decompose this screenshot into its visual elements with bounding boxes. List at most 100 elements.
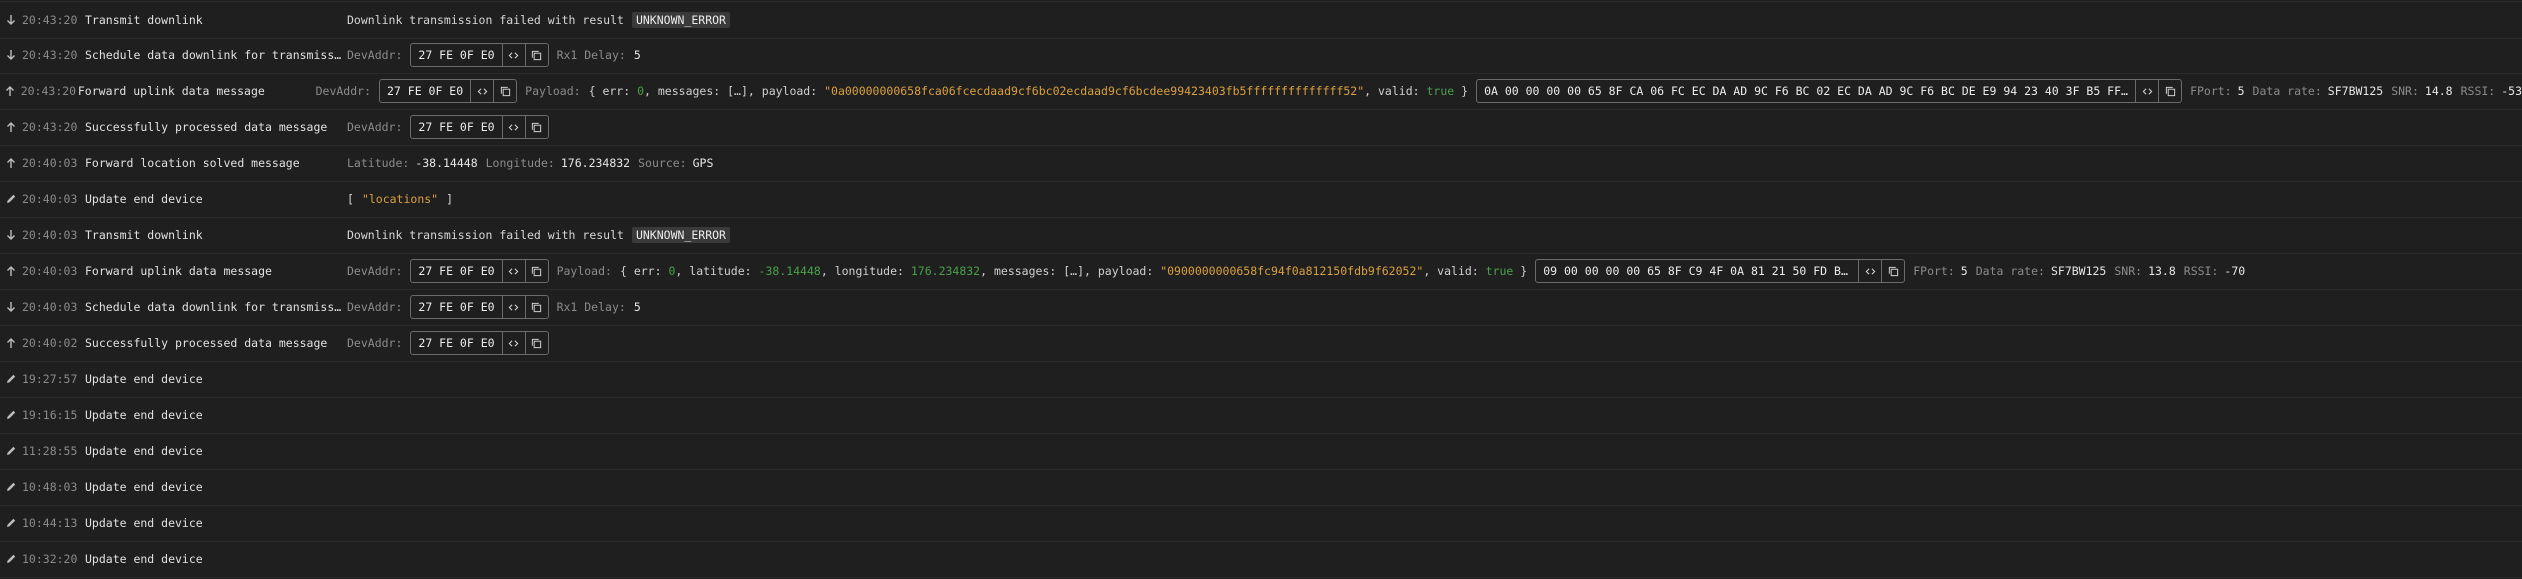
event-row[interactable]: 20:40:03 Forward uplink data message Dev… xyxy=(0,253,2522,290)
copy-icon[interactable] xyxy=(1881,260,1904,282)
pencil-icon xyxy=(4,444,18,458)
messages-key: messages: xyxy=(993,264,1057,278)
event-row[interactable]: 20:40:03 Update end device [ "locations"… xyxy=(0,181,2522,218)
copy-icon[interactable] xyxy=(524,332,548,354)
fields-bracket-close: ] xyxy=(446,192,454,206)
event-name: Update end device xyxy=(85,552,203,566)
event-name: Forward location solved message xyxy=(85,156,300,170)
messages-value[interactable]: […] xyxy=(727,84,748,98)
event-row[interactable]: 20:43:20 Schedule data downlink for tran… xyxy=(0,37,2522,74)
pencil-icon xyxy=(4,552,18,566)
brace-close: } xyxy=(1520,264,1528,278)
event-row[interactable]: 20:40:03 Transmit downlink Downlink tran… xyxy=(0,217,2522,254)
event-time: 20:40:03 xyxy=(22,300,78,314)
event-name: Schedule data downlink for transmission xyxy=(85,300,347,314)
frm-payload-box: 0A 00 00 00 00 65 8F CA 06 FC EC DA AD 9… xyxy=(1476,79,2183,103)
event-row[interactable]: 11:28:55 Update end device xyxy=(0,433,2522,470)
snr-label: SNR: xyxy=(2391,84,2419,98)
event-name: Update end device xyxy=(85,408,203,422)
event-message: Downlink transmission failed with result xyxy=(347,13,624,27)
event-name: Update end device xyxy=(85,192,203,206)
event-name: Transmit downlink xyxy=(85,228,203,242)
payload-key: payload: xyxy=(761,84,818,98)
toggle-format-icon[interactable] xyxy=(501,44,525,66)
devaddr-value: 27 FE 0F E0 xyxy=(418,48,495,62)
result-badge: UNKNOWN_ERROR xyxy=(631,12,730,28)
fport-value: 5 xyxy=(2237,84,2245,98)
event-row[interactable]: 20:43:20 Successfully processed data mes… xyxy=(0,109,2522,146)
event-feed: 20:43:20 Transmit downlink Downlink tran… xyxy=(0,0,2522,579)
field-name: "locations" xyxy=(361,192,439,206)
longitude-label: Longitude: xyxy=(485,156,555,170)
toggle-format-icon[interactable] xyxy=(501,332,525,354)
rssi-label: RSSI: xyxy=(2183,264,2219,278)
err-key: err: xyxy=(633,264,662,278)
event-row[interactable]: 10:48:03 Update end device xyxy=(0,469,2522,506)
toggle-format-icon[interactable] xyxy=(2135,80,2158,102)
latitude-label: Latitude: xyxy=(347,156,410,170)
fields-bracket-open: [ xyxy=(347,192,354,206)
longitude-key: longitude: xyxy=(834,264,904,278)
copy-icon[interactable] xyxy=(524,116,548,138)
event-row[interactable]: 20:40:03 Forward location solved message… xyxy=(0,145,2522,182)
event-row[interactable]: 19:16:15 Update end device xyxy=(0,397,2522,434)
longitude-value: 176.234832 xyxy=(910,264,981,278)
event-name: Update end device xyxy=(85,372,203,386)
fport-value: 5 xyxy=(1960,264,1968,278)
rssi-label: RSSI: xyxy=(2460,84,2496,98)
event-row[interactable]: 10:32:20 Update end device xyxy=(0,541,2522,578)
payload-key: payload: xyxy=(1097,264,1154,278)
toggle-format-icon[interactable] xyxy=(501,296,525,318)
event-time: 10:32:20 xyxy=(22,552,78,566)
event-data: Downlink transmission failed with result… xyxy=(347,227,730,243)
toggle-format-icon[interactable] xyxy=(1858,260,1881,282)
event-data: DevAddr: 27 FE 0F E0 Payload: { err: 0, … xyxy=(347,259,2245,283)
arrow-up-icon xyxy=(4,120,18,134)
event-row[interactable]: 20:40:02 Successfully processed data mes… xyxy=(0,325,2522,362)
payload-json: { err: 0, latitude: -38.14448, longitude… xyxy=(619,264,1528,278)
datarate-value: SF7BW125 xyxy=(2327,84,2384,98)
datarate-value: SF7BW125 xyxy=(2050,264,2107,278)
devaddr-label: DevAddr: xyxy=(315,84,371,98)
datarate-label: Data rate: xyxy=(1975,264,2045,278)
payload-value: "0900000000658fc94f0a812150fdb9f62052" xyxy=(1160,264,1424,278)
event-data: DevAddr: 27 FE 0F E0 Payload: { err: 0, … xyxy=(316,79,2522,103)
payload-json: { err: 0, messages: […], payload: "0a000… xyxy=(588,84,1469,98)
event-data: DevAddr: 27 FE 0F E0 Rx1 Delay: 5 xyxy=(347,43,641,67)
event-time: 20:40:03 xyxy=(22,192,78,206)
devaddr-value: 27 FE 0F E0 xyxy=(418,336,495,350)
datarate-label: Data rate: xyxy=(2252,84,2322,98)
devaddr-box: 27 FE 0F E0 xyxy=(410,331,549,355)
valid-key: valid: xyxy=(1437,264,1479,278)
pencil-icon xyxy=(4,480,18,494)
toggle-format-icon[interactable] xyxy=(501,260,525,282)
event-time: 19:27:57 xyxy=(22,372,78,386)
event-time: 20:40:03 xyxy=(22,228,78,242)
event-row[interactable]: 20:40:03 Schedule data downlink for tran… xyxy=(0,289,2522,326)
copy-icon[interactable] xyxy=(524,260,548,282)
event-name: Forward uplink data message xyxy=(77,84,265,98)
event-data: DevAddr: 27 FE 0F E0 xyxy=(347,115,549,139)
event-data: Latitude: -38.14448 Longitude: 176.234832 … xyxy=(347,156,713,170)
toggle-format-icon[interactable] xyxy=(501,116,525,138)
copy-icon[interactable] xyxy=(2158,80,2181,102)
messages-value[interactable]: […] xyxy=(1063,264,1084,278)
valid-value: true xyxy=(1426,84,1455,98)
copy-icon[interactable] xyxy=(493,80,516,102)
toggle-format-icon[interactable] xyxy=(470,80,493,102)
event-time: 11:28:55 xyxy=(22,444,78,458)
copy-icon[interactable] xyxy=(524,44,548,66)
rx1-value: 5 xyxy=(633,300,641,314)
valid-value: true xyxy=(1485,264,1514,278)
messages-key: messages: xyxy=(657,84,721,98)
devaddr-value: 27 FE 0F E0 xyxy=(418,264,495,278)
event-row[interactable]: 20:43:20 Transmit downlink Downlink tran… xyxy=(0,1,2522,39)
arrow-up-icon xyxy=(4,336,18,350)
source-label: Source: xyxy=(638,156,687,170)
event-row[interactable]: 20:43:20 Forward uplink data message Dev… xyxy=(0,73,2522,110)
event-time: 10:44:13 xyxy=(22,516,78,530)
copy-icon[interactable] xyxy=(524,296,548,318)
event-time: 10:48:03 xyxy=(22,480,78,494)
event-row[interactable]: 10:44:13 Update end device xyxy=(0,505,2522,542)
event-row[interactable]: 19:27:57 Update end device xyxy=(0,361,2522,398)
